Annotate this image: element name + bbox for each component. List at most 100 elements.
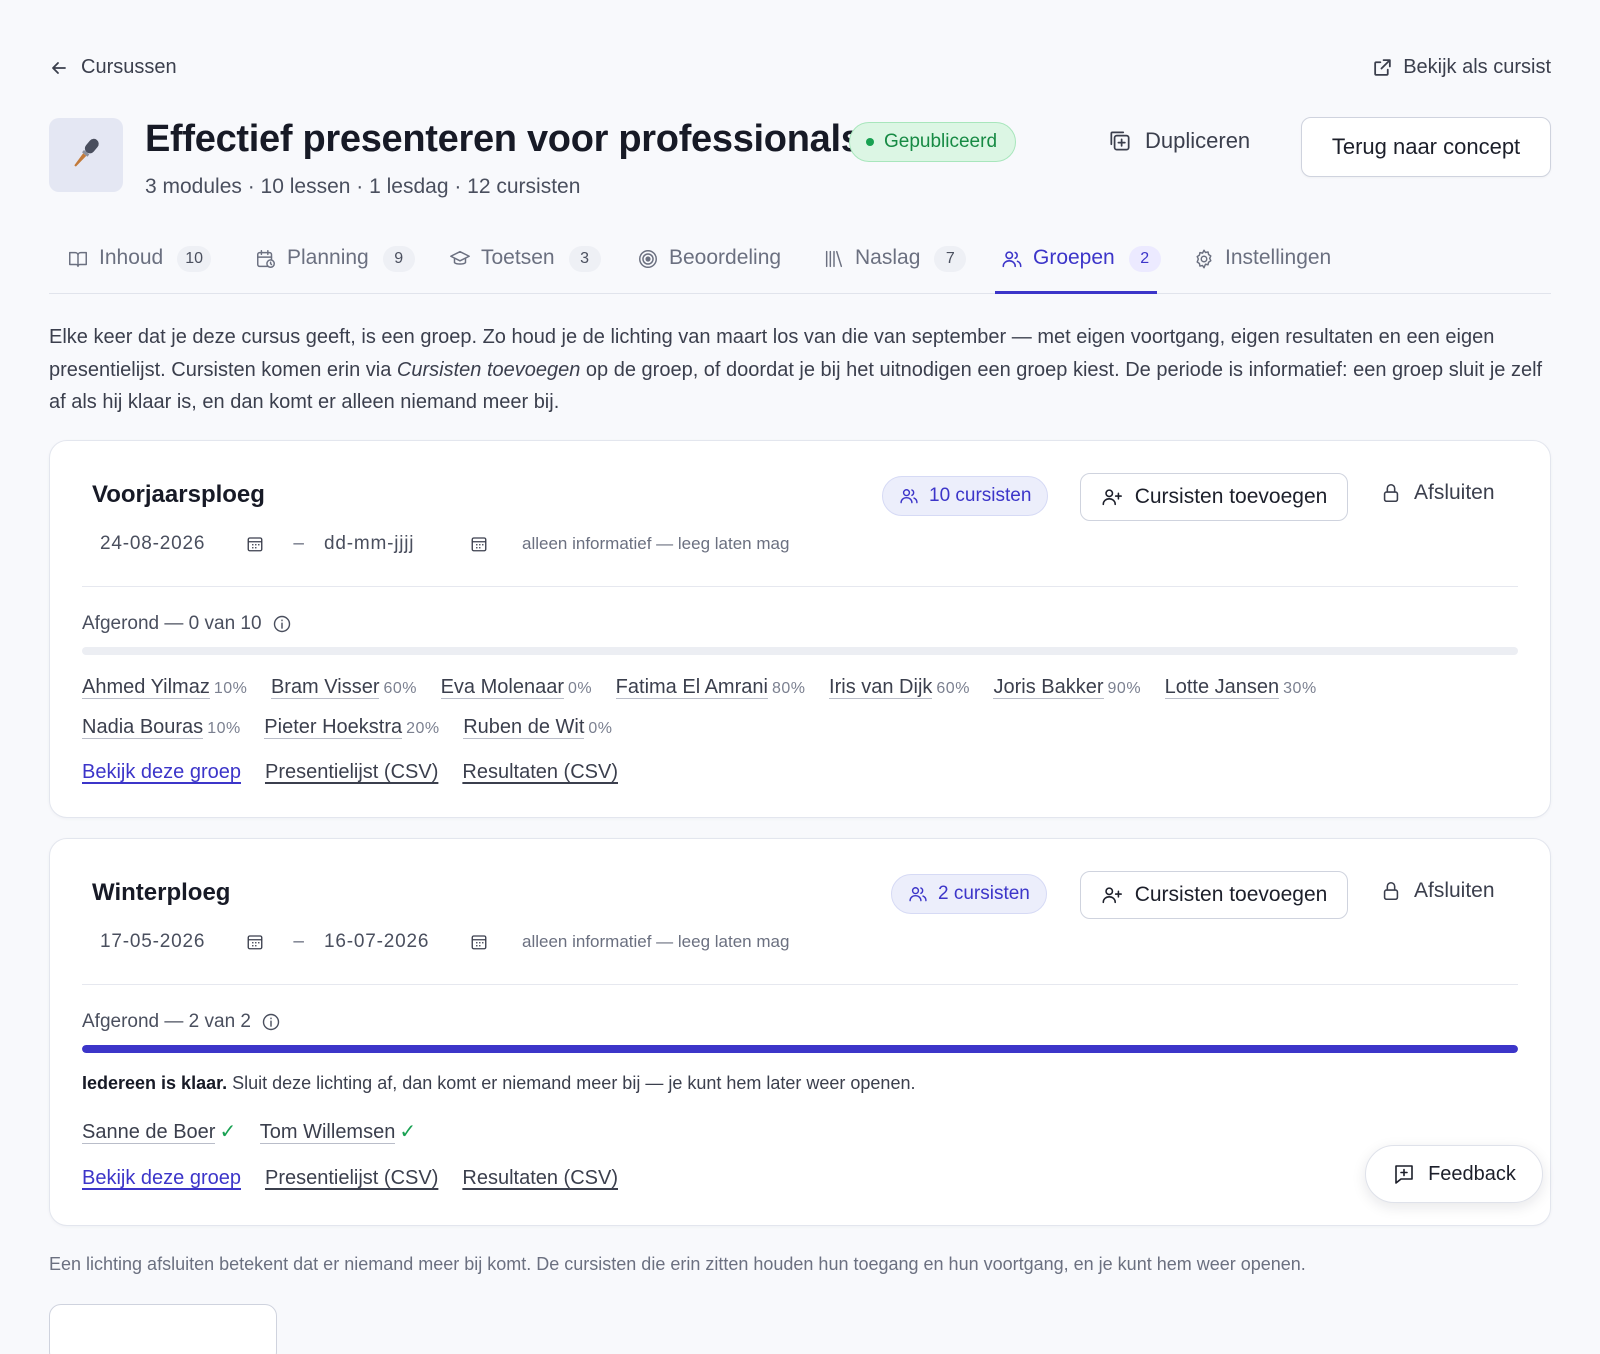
back-to-concept-button[interactable]: Terug naar concept (1301, 117, 1551, 177)
student-chip[interactable]: Lotte Jansen 30% (1164, 668, 1317, 708)
tab-count: 3 (568, 246, 601, 272)
end-date-value: dd-mm-jjjj (324, 533, 415, 554)
student-chip[interactable]: Pieter Hoekstra 20% (264, 708, 439, 748)
end-date-value: 16-07-2026 (324, 931, 430, 952)
book-icon (67, 248, 89, 270)
tab-naslag[interactable]: Naslag 7 (823, 236, 967, 294)
user-plus-icon (1101, 486, 1123, 508)
ready-note-text: Sluit deze lichting af, dan komt er niem… (227, 1073, 916, 1093)
completion-row: Afgerond — 2 van 2 (82, 1011, 281, 1033)
student-chip[interactable]: Fatima El Amrani 80% (615, 668, 806, 708)
close-group-label: Afsluiten (1414, 879, 1495, 902)
tab-label: Groepen (1033, 246, 1115, 269)
close-group-button[interactable]: Afsluiten (1380, 879, 1495, 903)
calendar-clock-icon (255, 248, 277, 270)
users-icon (908, 884, 928, 904)
results-csv-link[interactable]: Resultaten (CSV) (462, 1167, 618, 1190)
microphone-icon (66, 133, 106, 178)
back-to-courses-link[interactable]: Cursussen (49, 56, 177, 79)
student-chip[interactable]: Iris van Dijk 60% (829, 668, 970, 708)
external-link-icon (1372, 57, 1393, 78)
tab-instellingen[interactable]: Instellingen (1193, 236, 1331, 294)
student-progress: 30% (1283, 680, 1317, 697)
student-name: Lotte Jansen (1164, 676, 1280, 699)
info-icon[interactable] (272, 614, 292, 634)
calendar-icon[interactable] (246, 933, 264, 951)
add-students-button[interactable]: Cursisten toevoegen (1080, 473, 1348, 521)
divider (82, 984, 1518, 985)
student-count-pill[interactable]: 2 cursisten (891, 874, 1047, 914)
close-group-button[interactable]: Afsluiten (1380, 481, 1495, 505)
calendar-icon[interactable] (470, 933, 488, 951)
status-badge: Gepubliceerd (849, 122, 1017, 162)
completion-progress-bar (82, 647, 1518, 655)
tab-label: Inhoud (99, 246, 164, 269)
student-name: Iris van Dijk (829, 676, 933, 699)
add-students-button[interactable]: Cursisten toevoegen (1080, 871, 1348, 919)
tab-bar: Inhoud 10 Planning 9 Toetsen 3 Beoordeli… (49, 236, 1551, 294)
intro-emphasis: Cursisten toevoegen (396, 358, 581, 381)
student-count-label: 10 cursisten (929, 485, 1032, 506)
duplicate-label: Dupliceren (1145, 128, 1251, 153)
course-title: Effectief presenteren voor professionals (145, 118, 862, 160)
calendar-icon[interactable] (246, 535, 264, 553)
date-hint: alleen informatief — leeg laten mag (522, 932, 790, 951)
student-name: Ahmed Yilmaz (82, 676, 210, 699)
student-progress: 10% (213, 680, 248, 697)
results-csv-link[interactable]: Resultaten (CSV) (462, 761, 618, 784)
student-list: Sanne de Boer ✓ Tom Willemsen ✓ (82, 1113, 1430, 1151)
student-chip[interactable]: Sanne de Boer ✓ (82, 1113, 236, 1151)
tab-beoordeling[interactable]: Beoordeling (637, 236, 781, 294)
student-chip[interactable]: Ahmed Yilmaz 10% (82, 668, 247, 708)
end-date-input[interactable]: dd-mm-jjjj (324, 533, 488, 555)
tab-inhoud[interactable]: Inhoud 10 (67, 236, 212, 294)
attendance-csv-link[interactable]: Presentielijst (CSV) (265, 1167, 438, 1190)
student-progress: 60% (383, 680, 418, 697)
attendance-csv-link[interactable]: Presentielijst (CSV) (265, 761, 438, 784)
tab-label: Planning (287, 246, 369, 269)
lock-icon (1380, 880, 1402, 902)
group-links: Bekijk deze groep Presentielijst (CSV) R… (82, 1167, 618, 1190)
student-count-pill[interactable]: 10 cursisten (882, 476, 1049, 516)
feedback-button[interactable]: Feedback (1365, 1145, 1543, 1203)
student-progress: 90% (1107, 680, 1142, 697)
date-hint: alleen informatief — leeg laten mag (522, 534, 790, 553)
student-progress: 0% (567, 680, 593, 697)
tab-label: Naslag (855, 246, 921, 269)
student-chip[interactable]: Ruben de Wit 0% (463, 708, 612, 748)
student-chip[interactable]: Bram Visser 60% (270, 668, 418, 708)
student-name: Fatima El Amrani (615, 676, 768, 699)
new-group-button[interactable] (49, 1304, 277, 1354)
calendar-icon[interactable] (470, 535, 488, 553)
duplicate-button[interactable]: Dupliceren (1107, 128, 1250, 154)
status-dot (866, 138, 874, 146)
add-students-label: Cursisten toevoegen (1134, 485, 1328, 508)
student-name: Nadia Bouras (82, 716, 204, 739)
end-date-input[interactable]: 16-07-2026 (324, 931, 488, 953)
view-as-student-link[interactable]: Bekijk als cursist (1372, 56, 1551, 79)
tab-planning[interactable]: Planning 9 (255, 236, 415, 294)
date-range: 24-08-2026 – dd-mm-jjjj alleen informati… (100, 529, 789, 559)
footer-note: Een lichting afsluiten betekent dat er n… (49, 1254, 1306, 1274)
view-group-link[interactable]: Bekijk deze groep (82, 1167, 241, 1190)
tab-label: Instellingen (1225, 246, 1332, 269)
student-chip[interactable]: Joris Bakker 90% (993, 668, 1141, 708)
student-name: Tom Willemsen (259, 1121, 396, 1144)
tab-groepen[interactable]: Groepen 2 (995, 236, 1161, 294)
student-chip[interactable]: Nadia Bouras 10% (82, 708, 241, 748)
view-as-student-label: Bekijk als cursist (1403, 56, 1551, 78)
start-date-input[interactable]: 24-08-2026 (100, 533, 264, 555)
intro-text: Elke keer dat je deze cursus geeft, is e… (49, 321, 1551, 419)
view-group-link[interactable]: Bekijk deze groep (82, 761, 241, 784)
student-progress: 20% (406, 720, 440, 737)
completion-label: Afgerond — 0 van 10 (82, 613, 262, 634)
start-date-input[interactable]: 17-05-2026 (100, 931, 264, 953)
tab-count: 7 (934, 246, 967, 272)
student-chip[interactable]: Eva Molenaar 0% (440, 668, 593, 708)
tab-count: 2 (1128, 246, 1161, 272)
student-chip[interactable]: Tom Willemsen ✓ (259, 1113, 416, 1151)
info-icon[interactable] (261, 1012, 281, 1032)
tab-toetsen[interactable]: Toetsen 3 (449, 236, 601, 294)
completion-label: Afgerond — 2 van 2 (82, 1011, 251, 1032)
student-name: Bram Visser (270, 676, 380, 699)
